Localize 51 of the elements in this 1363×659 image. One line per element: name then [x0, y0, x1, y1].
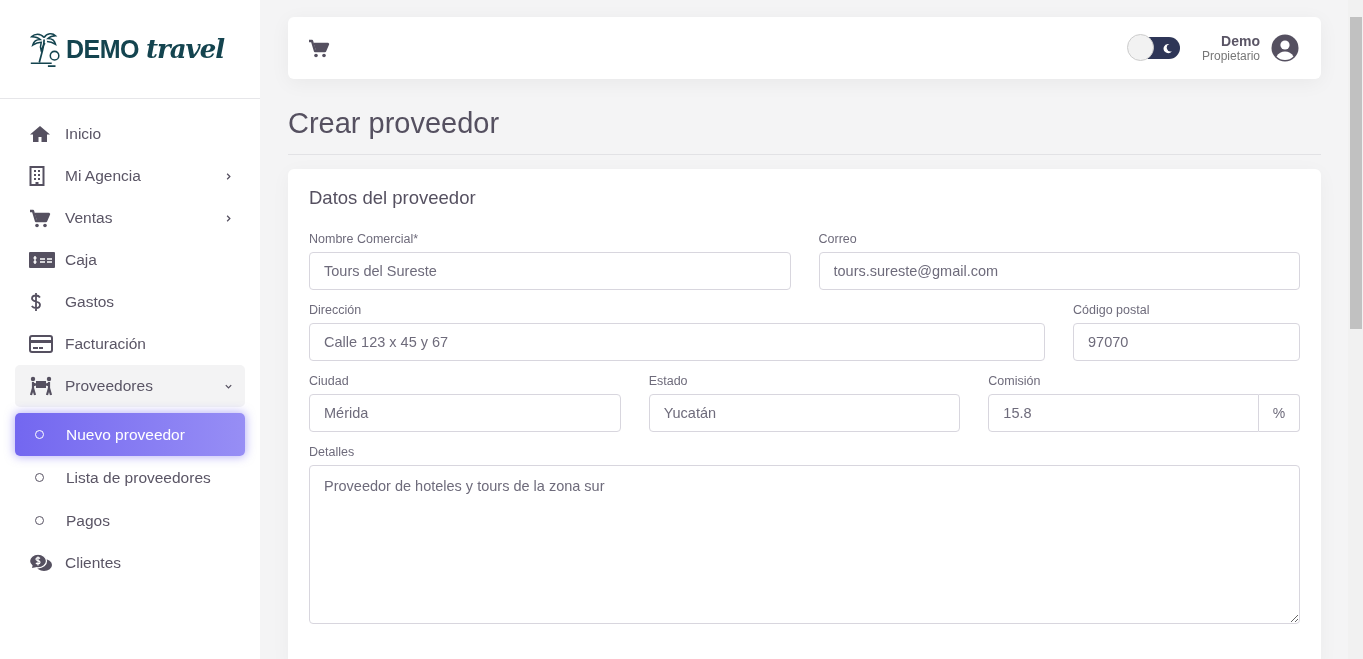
cart-button[interactable] [308, 38, 330, 58]
input-field[interactable]: tours.sureste@gmail.com [818, 252, 1300, 290]
home-icon [29, 125, 51, 143]
user-name: Demo [1221, 33, 1260, 49]
nav-item[interactable]: Clientes [15, 542, 245, 584]
submenu-item[interactable]: Lista de proveedores [15, 456, 245, 499]
field-label: Detalles [309, 445, 356, 459]
nav-item[interactable]: Inicio [15, 113, 245, 155]
building-icon [29, 166, 45, 186]
unit-label: % [1259, 394, 1300, 432]
cart-icon [29, 208, 51, 228]
credit-card-icon [29, 335, 53, 353]
field-label: Dirección [309, 303, 363, 317]
people-carrying-icon [29, 376, 53, 396]
nav-item[interactable]: Ventas [15, 197, 245, 239]
nav-item[interactable]: Gastos [15, 281, 245, 323]
cash-icon [29, 252, 55, 268]
submenu-item[interactable]: Pagos [15, 499, 245, 542]
logo-text: travel [146, 34, 225, 64]
input-field[interactable]: Tours del Sureste [309, 252, 791, 290]
field-label: Estado [648, 374, 689, 388]
field-label: Nombre Comercial* [309, 232, 420, 246]
moon-icon [1161, 42, 1173, 54]
user-role: Propietario [1201, 49, 1260, 63]
logo-text: DEMO [66, 34, 139, 64]
input-field[interactable]: 97070 [1073, 323, 1300, 361]
scrollbar[interactable] [1348, 0, 1363, 659]
submenu-item[interactable]: Nuevo proveedor [15, 413, 245, 456]
card-title: Datos del proveedor [309, 187, 477, 209]
page-title: Crear proveedor [288, 107, 501, 140]
input-field[interactable]: Yucatán [648, 394, 961, 432]
field-label: Comisión [988, 374, 1042, 388]
user-avatar-icon [1271, 34, 1299, 62]
nav-item[interactable]: Facturación [15, 323, 245, 365]
input-field[interactable]: Mérida [309, 394, 621, 432]
input-field[interactable]: 15.8 [988, 394, 1259, 432]
chat-dollar-icon [29, 553, 53, 573]
dollar-icon [29, 292, 43, 312]
theme-toggle[interactable] [1127, 37, 1180, 59]
chevron-right-icon [224, 213, 233, 223]
nav-item[interactable]: Caja [15, 239, 245, 281]
field-label: Código postal [1073, 303, 1151, 317]
field-label: Correo [818, 232, 858, 246]
cart-icon [308, 38, 330, 58]
input-field[interactable]: Calle 123 x 45 y 67 [309, 323, 1045, 361]
nav-item[interactable]: Proveedores [15, 365, 245, 407]
field-label: Ciudad [309, 374, 350, 388]
chevron-right-icon [224, 171, 233, 181]
text-area[interactable]: Proveedor de hoteles y tours de la zona sur [309, 465, 1300, 624]
nav-item[interactable]: Mi Agencia [15, 155, 245, 197]
avatar-button[interactable] [1271, 34, 1299, 62]
